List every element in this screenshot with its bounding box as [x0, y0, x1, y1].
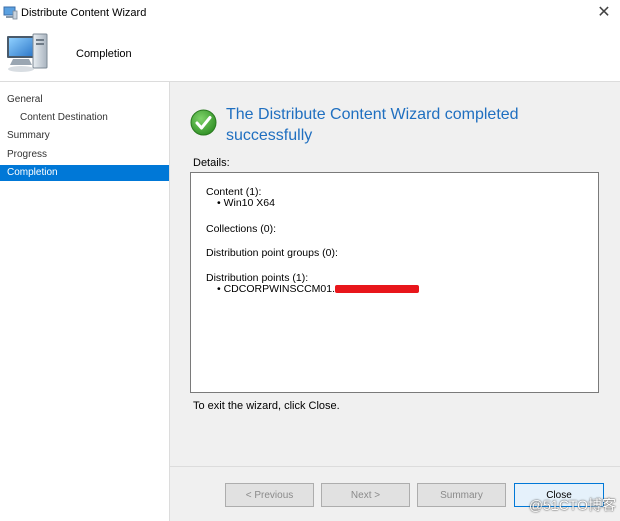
- wizard-window: Distribute Content Wizard ✕ Completion G…: [0, 0, 620, 521]
- watermark: @51CTO博客: [528, 497, 616, 513]
- sidebar-item-label: Completion: [7, 167, 58, 178]
- previous-button[interactable]: < Previous: [225, 483, 314, 507]
- details-label: Details:: [193, 157, 230, 169]
- sidebar-item-label: Progress: [7, 149, 48, 160]
- sidebar-item-label: Summary: [7, 130, 50, 141]
- completion-heading-line2: successfully: [226, 127, 313, 144]
- sidebar-item-content-destination[interactable]: Content Destination: [0, 110, 169, 126]
- sidebar-item-label: Content Destination: [20, 112, 108, 123]
- next-button[interactable]: Next >: [321, 483, 410, 507]
- sidebar-item-summary[interactable]: Summary: [0, 128, 169, 144]
- redaction-mark: [335, 285, 420, 294]
- wizard-steps-sidebar: General Content Destination Summary Prog…: [0, 82, 170, 521]
- dp-item: • CDCORPWINSCCM01.: [217, 283, 420, 295]
- close-icon[interactable]: ✕: [594, 2, 614, 24]
- title-bar: Distribute Content Wizard ✕: [0, 0, 620, 28]
- content-item: • Win10 X64: [217, 197, 275, 209]
- step-title: Completion: [76, 48, 132, 60]
- completion-heading-line1: The Distribute Content Wizard completed: [226, 106, 519, 123]
- dp-groups-line: Distribution point groups (0):: [206, 247, 338, 259]
- window-title: Distribute Content Wizard: [21, 7, 147, 19]
- collections-line: Collections (0):: [206, 223, 277, 235]
- success-check-icon: [190, 109, 217, 136]
- sidebar-item-progress[interactable]: Progress: [0, 147, 169, 163]
- content-item-text: Win10 X64: [223, 197, 275, 209]
- sidebar-item-general[interactable]: General: [0, 92, 169, 108]
- wizard-main-panel: The Distribute Content Wizard completed …: [170, 82, 620, 466]
- computer-icon: [7, 33, 48, 72]
- wizard-header: Completion: [0, 28, 620, 82]
- exit-instructions: To exit the wizard, click Close.: [193, 400, 340, 412]
- summary-button[interactable]: Summary: [417, 483, 506, 507]
- sidebar-item-label: General: [7, 94, 43, 105]
- sidebar-item-completion[interactable]: Completion: [0, 165, 169, 181]
- completion-heading: The Distribute Content Wizard completed …: [226, 104, 606, 146]
- wizard-app-icon: [3, 6, 18, 20]
- dp-item-text: CDCORPWINSCCM01.: [223, 283, 336, 295]
- details-text-area[interactable]: Content (1): • Win10 X64 Collections (0)…: [190, 172, 599, 393]
